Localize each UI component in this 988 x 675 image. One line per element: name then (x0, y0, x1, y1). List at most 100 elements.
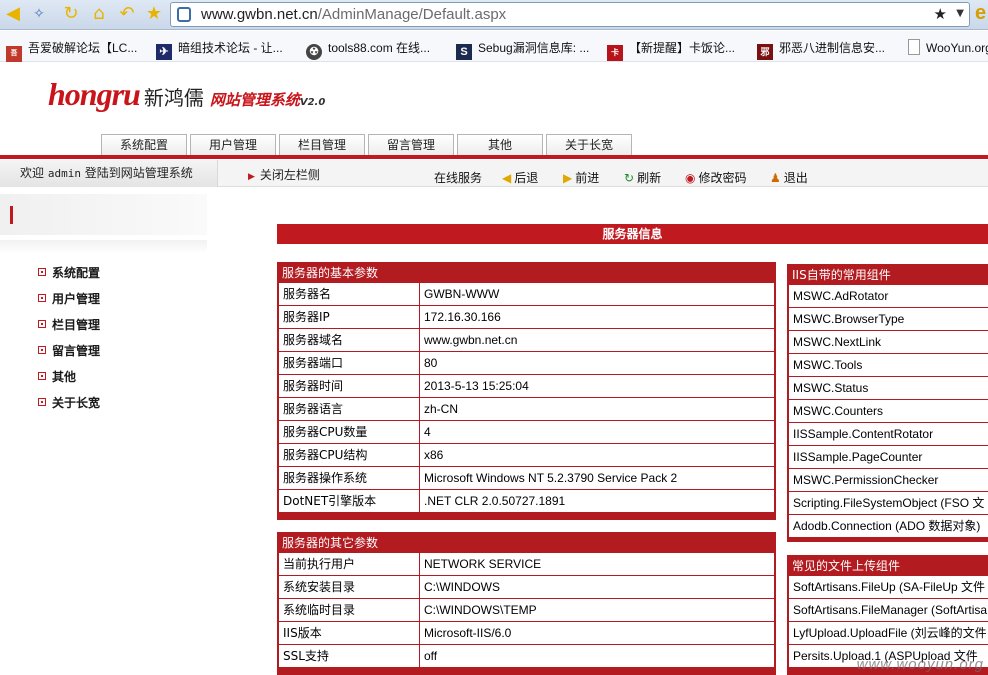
table-row: MSWC.AdRotator (789, 284, 988, 307)
table-row: 系统临时目录 C:\WINDOWS\TEMP (279, 598, 774, 621)
table-row: MSWC.Tools (789, 353, 988, 376)
component-name: MSWC.Counters (793, 404, 884, 418)
sidebar-item-user-manage[interactable]: 用户管理 (38, 290, 100, 306)
panel-title: 常见的文件上传组件 (792, 559, 901, 573)
table-row: Scripting.FileSystemObject (FSO 文 (789, 491, 988, 514)
param-value: GWBN-WWW (424, 287, 500, 301)
param-value: 172.16.30.166 (424, 310, 501, 324)
sidebar-item-about[interactable]: 关于长宽 (38, 394, 100, 410)
panel-title: 服务器的其它参数 (282, 536, 379, 550)
refresh-icon[interactable]: ↻ (60, 3, 82, 25)
bookmark-item[interactable]: 卡【新提醒】卡饭论... (607, 39, 735, 61)
table-row: IISSample.ContentRotator (789, 422, 988, 445)
extension-icon[interactable]: e (975, 2, 986, 25)
bookmark-item[interactable]: ☢ tools88.com 在线... (306, 39, 430, 60)
favorites-star-icon[interactable]: ★ (143, 3, 165, 25)
table-row: Adodb.Connection (ADO 数据对象) (789, 514, 988, 537)
sidebar: 系统配置 用户管理 栏目管理 留言管理 其他 关于长宽 (0, 194, 207, 674)
table-row: SoftArtisans.FileUp (SA-FileUp 文件 (789, 575, 988, 598)
sidebar-item-message-manage[interactable]: 留言管理 (38, 342, 100, 358)
tab-other[interactable]: 其他 (457, 134, 543, 156)
param-value: 2013-5-13 15:25:04 (424, 379, 529, 393)
watermark: www.wooyun.org (856, 656, 984, 673)
table-row: 服务器端口 80 (279, 351, 774, 374)
component-name: MSWC.PermissionChecker (793, 473, 939, 487)
bullet-icon (38, 372, 46, 380)
home-icon[interactable]: ⌂ (88, 3, 110, 25)
bookmark-star-icon[interactable]: ★ (934, 5, 947, 23)
table-row: 当前执行用户 NETWORK SERVICE (279, 552, 774, 575)
sidebar-item-system-config[interactable]: 系统配置 (38, 264, 100, 280)
admin-page: hongru 新鸿儒 网站管理系统V2.0 系统配置 用户管理 栏目管理 留言管理 … (0, 62, 988, 675)
tab-user-manage[interactable]: 用户管理 (190, 134, 276, 156)
bookmark-item[interactable]: 邪邪恶八进制信息安... (757, 39, 885, 60)
browser-toolbar: ◀ ✧ ↻ ⌂ ↶ ★ www.gwbn.net.cn/AdminManage/… (0, 0, 988, 30)
change-password-button[interactable]: ◉ 修改密码 (685, 169, 747, 186)
header-divider (0, 155, 988, 159)
logo-system-name: 网站管理系统 (209, 91, 300, 109)
back-arrow-icon: ◀ (502, 171, 512, 185)
sidebar-item-column-manage[interactable]: 栏目管理 (38, 316, 100, 332)
component-name: MSWC.BrowserType (793, 312, 905, 326)
tab-column-manage[interactable]: 栏目管理 (279, 134, 365, 156)
darkgroup-icon: ✈ (156, 44, 172, 60)
upload-components-table: SoftArtisans.FileUp (SA-FileUp 文件 SoftArt… (789, 575, 988, 667)
param-name: 服务器操作系统 (279, 467, 420, 489)
component-name: SoftArtisans.FileManager (SoftArtisa (793, 603, 988, 617)
url-text[interactable]: www.gwbn.net.cn/AdminManage/Default.aspx (201, 6, 506, 23)
logo-wordmark: hongru (48, 76, 141, 112)
close-left-panel-link[interactable]: ▶ 关闭左栏侧 (248, 166, 320, 183)
key-icon: ◉ (685, 171, 696, 185)
sidebar-item-other[interactable]: 其他 (38, 368, 76, 384)
refresh-icon: ↻ (624, 171, 635, 185)
bullet-icon (38, 346, 46, 354)
param-name: 服务器CPU结构 (279, 444, 420, 466)
52pojie-icon: 吾 (6, 46, 22, 62)
undo-icon[interactable]: ↶ (116, 3, 138, 25)
chevron-down-icon[interactable]: ▼ (956, 8, 964, 19)
user-exit-icon: ♟ (770, 171, 781, 185)
table-row: MSWC.NextLink (789, 330, 988, 353)
param-value: Microsoft Windows NT 5.2.3790 Service Pa… (424, 471, 678, 485)
forward-button[interactable]: ▶ 前进 (563, 169, 599, 186)
radiation-icon: ☢ (306, 44, 322, 60)
logout-button[interactable]: ♟ 退出 (770, 169, 808, 186)
refresh-button[interactable]: ↻ 刷新 (624, 169, 661, 186)
param-name: 服务器域名 (279, 329, 420, 351)
bookmark-item[interactable]: 吾吾爱破解论坛【LC... (6, 39, 137, 62)
iis-components-table: MSWC.AdRotator MSWC.BrowserType MSWC.NextL… (789, 284, 988, 537)
tab-system-config[interactable]: 系统配置 (101, 134, 187, 156)
other-params-table: 当前执行用户 NETWORK SERVICE 系统安装目录 C:\WINDOWS 系统临… (279, 552, 774, 667)
basic-params-table: 服务器名 GWBN-WWW 服务器IP 172.16.30.166 服务器域名 www.g… (279, 282, 774, 512)
bullet-icon (38, 294, 46, 302)
table-row: 服务器CPU数量 4 (279, 420, 774, 443)
bookmark-item[interactable]: WooYun.org (908, 39, 988, 55)
back-button[interactable]: ◀ 后退 (502, 169, 538, 186)
param-name: 系统临时目录 (279, 599, 420, 621)
param-name: 服务器语言 (279, 398, 420, 420)
forward-dots-icon[interactable]: ✧ (28, 3, 50, 25)
site-shield-icon (177, 7, 191, 22)
param-name: 服务器名 (279, 283, 420, 305)
site-logo: hongru 新鸿儒 网站管理系统V2.0 (48, 76, 325, 116)
table-row: 服务器名 GWBN-WWW (279, 282, 774, 305)
bookmark-item[interactable]: S Sebug漏洞信息库: ... (456, 39, 589, 60)
component-name: MSWC.Status (793, 381, 869, 395)
param-value: www.gwbn.net.cn (424, 333, 518, 347)
table-row: 服务器IP 172.16.30.166 (279, 305, 774, 328)
tab-message-manage[interactable]: 留言管理 (368, 134, 454, 156)
component-name: Scripting.FileSystemObject (FSO 文 (793, 496, 985, 510)
tab-about[interactable]: 关于长宽 (546, 134, 632, 156)
bullet-icon (38, 268, 46, 276)
address-bar[interactable]: www.gwbn.net.cn/AdminManage/Default.aspx… (170, 2, 970, 27)
table-row: LyfUpload.UploadFile (刘云峰的文件 (789, 621, 988, 644)
back-arrow-icon[interactable]: ◀ (2, 3, 24, 25)
bookmarks-bar: 吾吾爱破解论坛【LC... ✈ 暗组技术论坛 - 让... ☢ tools88.co… (0, 31, 988, 62)
online-service-link[interactable]: 在线服务 (434, 169, 482, 186)
page-icon (908, 39, 920, 55)
table-row: IIS版本 Microsoft-IIS/6.0 (279, 621, 774, 644)
bookmark-item[interactable]: ✈ 暗组技术论坛 - 让... (156, 39, 283, 60)
kafan-icon: 卡 (607, 45, 623, 61)
eviloctal-icon: 邪 (757, 44, 773, 60)
param-value: NETWORK SERVICE (424, 557, 542, 571)
